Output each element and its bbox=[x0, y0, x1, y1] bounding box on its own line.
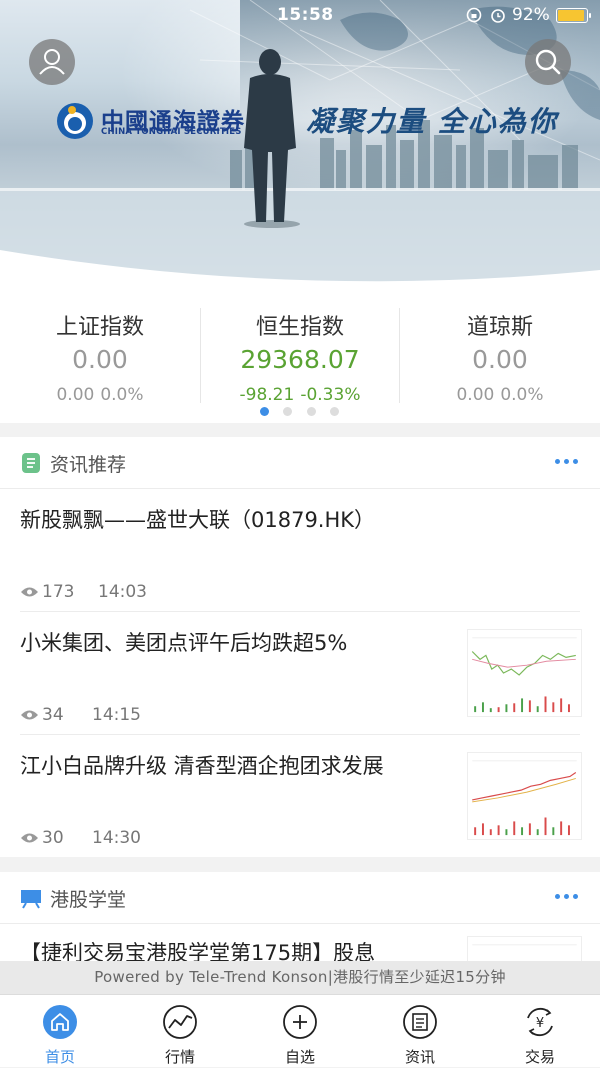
market-chart-icon bbox=[163, 1005, 197, 1039]
banner-scene-image bbox=[0, 0, 600, 290]
tab-label: 资讯 bbox=[404, 1048, 435, 1066]
more-academy-button[interactable] bbox=[554, 886, 580, 906]
presentation-board-icon bbox=[21, 890, 41, 909]
news-title: 新股飘飘——盛世大联（01879.HK） bbox=[20, 508, 376, 532]
news-doc-icon bbox=[22, 453, 40, 473]
tab-news[interactable]: 资讯 bbox=[360, 995, 480, 1068]
home-icon bbox=[43, 1005, 77, 1039]
news-thumbnail-chart-image bbox=[467, 752, 582, 840]
brand-logo-mark-icon bbox=[57, 103, 93, 139]
profile-button[interactable] bbox=[29, 39, 75, 85]
news-icon bbox=[403, 1005, 437, 1039]
search-button[interactable] bbox=[525, 39, 571, 85]
index-card-shanghai[interactable]: 上证指数 0.00 0.00 0.0% bbox=[0, 290, 200, 423]
battery-percent: 92% bbox=[512, 5, 550, 25]
hero-banner[interactable]: 15:58 92% 中國通海證券 CHINA TONGHAI SECURITIE… bbox=[0, 0, 600, 290]
index-name: 道琼斯 bbox=[466, 315, 533, 340]
index-change-row: 0.00 0.0% bbox=[0, 385, 200, 405]
hk-stock-academy-section: 港股学堂 【捷利交易宝港股学堂第175期】股息 bbox=[0, 872, 600, 961]
index-change-row: 0.00 0.0% bbox=[400, 385, 600, 405]
page-dot-4[interactable] bbox=[330, 407, 339, 416]
bottom-tab-bar: 首页 行情 自选 资讯 ¥ 交易 bbox=[0, 994, 600, 1067]
tab-label: 行情 bbox=[164, 1048, 195, 1066]
status-bar: 15:58 92% bbox=[0, 0, 600, 30]
news-title: 小米集团、美团点评午后均跌超5% bbox=[20, 631, 348, 655]
index-change-pct: -0.33% bbox=[300, 385, 361, 405]
battery-icon bbox=[556, 8, 591, 23]
academy-item[interactable]: 【捷利交易宝港股学堂第175期】股息 bbox=[0, 924, 600, 961]
news-views: 173 bbox=[42, 582, 75, 602]
tab-watchlist[interactable]: 自选 bbox=[240, 995, 360, 1068]
page-dot-1[interactable] bbox=[260, 407, 269, 416]
news-views: 34 bbox=[42, 705, 64, 725]
page-dot-2[interactable] bbox=[283, 407, 292, 416]
tab-market[interactable]: 行情 bbox=[120, 995, 240, 1068]
index-name: 恒生指数 bbox=[255, 315, 344, 340]
news-recommend-section: 资讯推荐 新股飘飘——盛世大联（01879.HK） 173 14:03 小米集团… bbox=[0, 437, 600, 857]
index-change: 0.00 bbox=[56, 385, 95, 405]
tab-home[interactable]: 首页 bbox=[0, 995, 120, 1068]
index-value: 0.00 bbox=[472, 345, 528, 374]
index-change: 0.00 bbox=[456, 385, 495, 405]
rotation-lock-icon bbox=[466, 7, 482, 23]
tab-label: 交易 bbox=[524, 1048, 555, 1066]
brand-logo: 中國通海證券 CHINA TONGHAI SECURITIES bbox=[55, 101, 295, 141]
tab-label: 自选 bbox=[284, 1048, 315, 1066]
news-time: 14:30 bbox=[92, 828, 141, 848]
page-dot-3[interactable] bbox=[307, 407, 316, 416]
add-circle-icon bbox=[283, 1005, 317, 1039]
news-item[interactable]: 江小白品牌升级 清香型酒企抱团求发展 30 14:30 bbox=[0, 735, 600, 858]
academy-title: 【捷利交易宝港股学堂第175期】股息 bbox=[20, 941, 376, 961]
eye-icon bbox=[21, 833, 38, 843]
more-news-button[interactable] bbox=[554, 451, 580, 471]
academy-thumbnail-image bbox=[467, 936, 582, 961]
section-header: 资讯推荐 bbox=[0, 437, 600, 489]
index-value: 29368.07 bbox=[240, 345, 360, 374]
section-header: 港股学堂 bbox=[0, 872, 600, 924]
index-value: 0.00 bbox=[72, 345, 128, 374]
news-item[interactable]: 新股飘飘——盛世大联（01879.HK） 173 14:03 bbox=[0, 489, 600, 612]
eye-icon bbox=[21, 710, 38, 720]
index-change-pct: 0.0% bbox=[500, 385, 544, 405]
tab-label: 首页 bbox=[44, 1048, 75, 1066]
market-indices[interactable]: 上证指数 0.00 0.00 0.0% 恒生指数 29368.07 -98.21-… bbox=[0, 290, 600, 423]
news-title: 江小白品牌升级 清香型酒企抱团求发展 bbox=[20, 754, 384, 778]
section-title: 港股学堂 bbox=[50, 889, 127, 911]
tab-trade[interactable]: ¥ 交易 bbox=[480, 995, 600, 1068]
data-provider-notice: Powered by Tele-Trend Konson|港股行情至少延迟15分… bbox=[0, 961, 600, 994]
banner-slogan: 凝聚力量 全心為你 bbox=[306, 105, 558, 138]
index-name: 上证指数 bbox=[55, 315, 144, 340]
index-change-pct: 0.0% bbox=[100, 385, 144, 405]
news-time: 14:15 bbox=[92, 705, 141, 725]
index-change: -98.21 bbox=[239, 385, 295, 405]
yen-exchange-icon: ¥ bbox=[527, 1007, 553, 1037]
news-thumbnail-chart-image bbox=[467, 629, 582, 717]
news-views: 30 bbox=[42, 828, 64, 848]
user-icon bbox=[39, 49, 65, 75]
section-title: 资讯推荐 bbox=[50, 454, 127, 476]
index-change-row: -98.21 -0.33% bbox=[200, 385, 400, 405]
status-time: 15:58 bbox=[277, 5, 334, 25]
search-icon bbox=[535, 49, 561, 75]
brand-name-en: CHINA TONGHAI SECURITIES bbox=[101, 127, 242, 137]
news-item[interactable]: 小米集团、美团点评午后均跌超5% 34 14:15 bbox=[0, 612, 600, 735]
alarm-icon bbox=[491, 9, 505, 23]
news-time: 14:03 bbox=[98, 582, 147, 602]
index-card-hang-seng[interactable]: 恒生指数 29368.07 -98.21 -0.33% bbox=[200, 290, 400, 423]
index-card-dow-jones[interactable]: 道琼斯 0.00 0.00 0.0% bbox=[400, 290, 600, 423]
svg-text:¥: ¥ bbox=[536, 1016, 544, 1031]
eye-icon bbox=[21, 587, 38, 597]
